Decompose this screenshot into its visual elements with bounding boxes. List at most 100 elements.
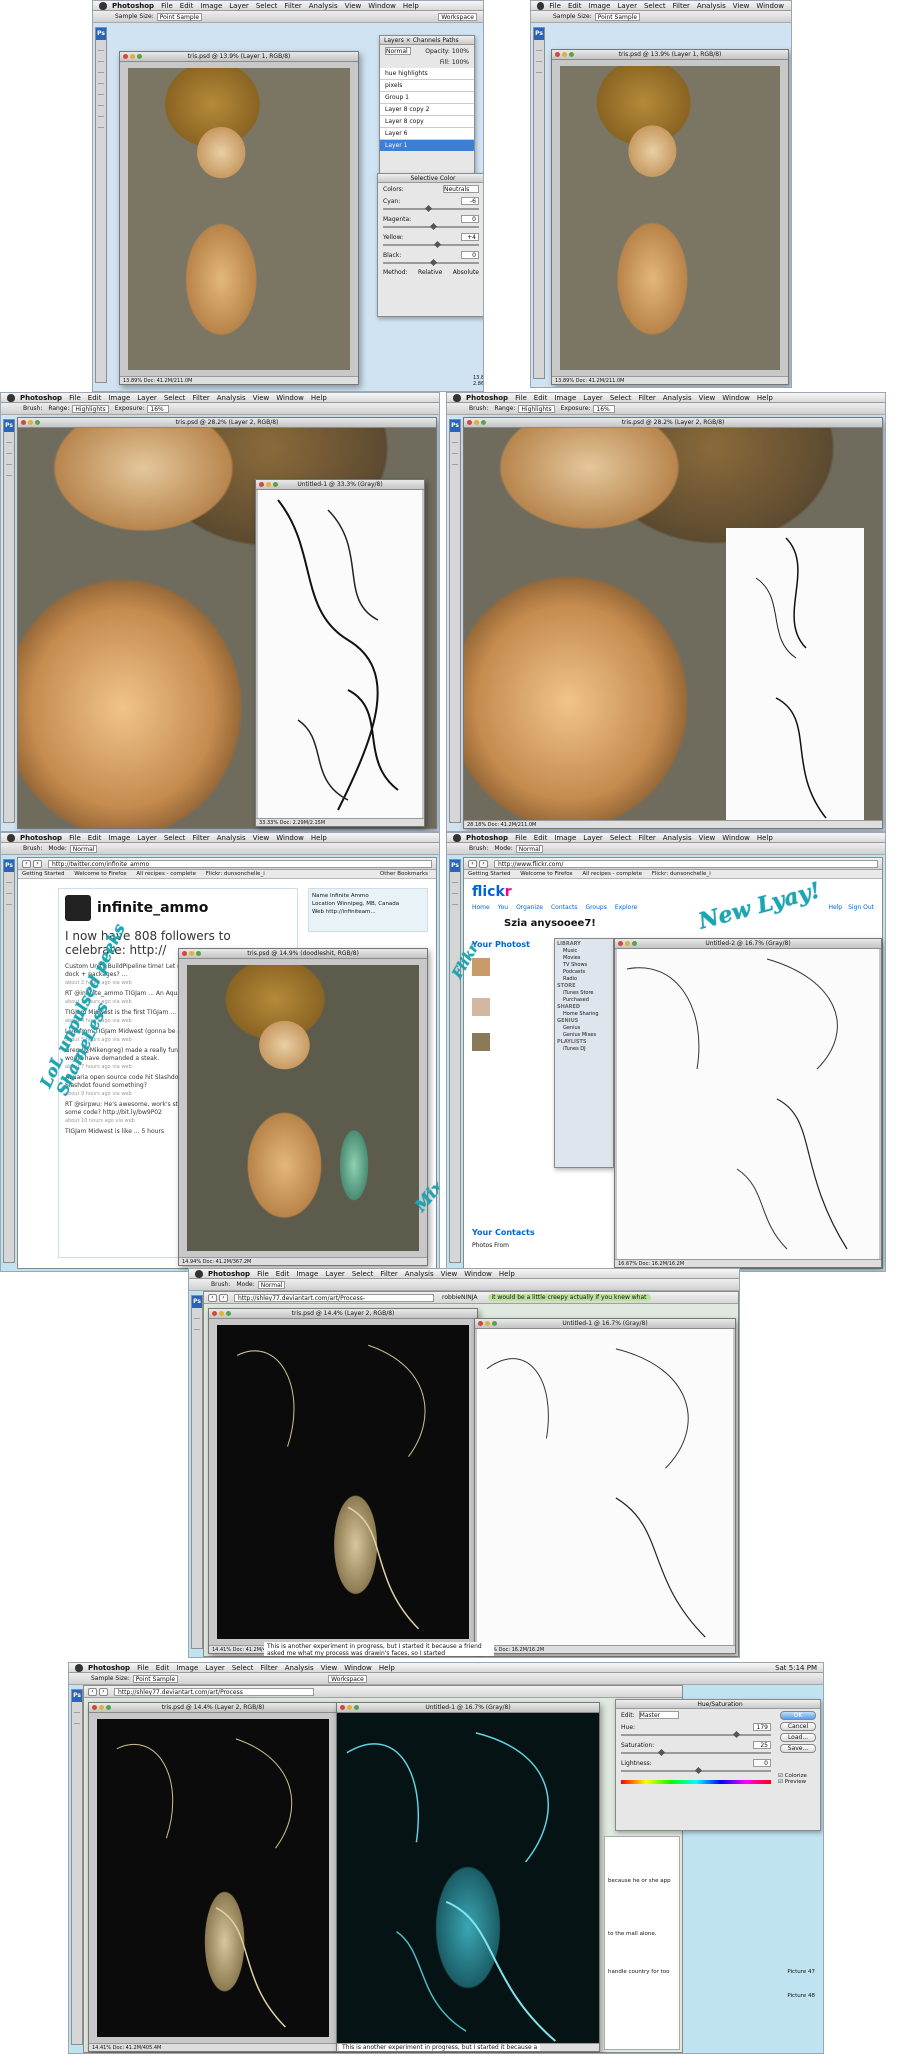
itunes-source-item[interactable]: Genius bbox=[557, 1025, 611, 1032]
close-icon[interactable] bbox=[618, 941, 623, 946]
menu-filter[interactable]: Filter bbox=[380, 1270, 397, 1278]
flickr-contacts[interactable]: Your Contacts bbox=[472, 1228, 535, 1237]
address-bar[interactable]: http://twitter.com/infinite_ammo bbox=[48, 859, 432, 868]
document-titlebar[interactable]: tris.psd @ 14.9% (doodleshit, RGB/8) bbox=[179, 949, 427, 959]
minimize-icon[interactable] bbox=[219, 1311, 224, 1316]
document-titlebar[interactable]: tris.psd @ 14.4% (Layer 2, RGB/8) bbox=[209, 1309, 477, 1319]
bookmark-welcome-firefox[interactable]: Welcome to Firefox bbox=[520, 871, 572, 877]
zoom-icon[interactable] bbox=[632, 941, 637, 946]
menu-app-name[interactable]: Photoshop bbox=[466, 834, 508, 842]
itunes-source-item[interactable]: Genius Mixes bbox=[557, 1032, 611, 1039]
cancel-button[interactable]: Cancel bbox=[780, 1722, 816, 1731]
menu-image[interactable]: Image bbox=[108, 834, 130, 842]
document-window[interactable]: tris.psd @ 28.2% (Layer 2, RGB/8) 28.18%… bbox=[463, 417, 883, 829]
selective-color-field[interactable]: -6 bbox=[461, 197, 479, 205]
chat-user[interactable]: robbieNINJA bbox=[442, 1294, 478, 1301]
preview-checkbox[interactable]: ☑ Preview bbox=[778, 1779, 818, 1785]
menu-window[interactable]: Window bbox=[344, 1664, 372, 1672]
bookmark-flickr[interactable]: Flickr: dunsonchelle_i bbox=[206, 871, 265, 877]
apple-icon[interactable] bbox=[195, 1269, 203, 1278]
close-icon[interactable] bbox=[21, 420, 26, 425]
close-icon[interactable] bbox=[92, 1705, 97, 1710]
back-icon[interactable]: ‹ bbox=[88, 1687, 97, 1696]
dark-document-window[interactable]: tris.psd @ 14.4% (Layer 2, RGB/8) 14.41%… bbox=[88, 1702, 338, 2052]
mode-select[interactable]: Normal bbox=[69, 844, 98, 853]
menu-select[interactable]: Select bbox=[644, 2, 666, 10]
menu-app-name[interactable]: Photoshop bbox=[20, 834, 62, 842]
minimize-icon[interactable] bbox=[266, 482, 271, 487]
save-button[interactable]: Save... bbox=[780, 1744, 816, 1753]
apple-icon[interactable] bbox=[75, 1663, 83, 1672]
zoom-icon[interactable] bbox=[196, 951, 201, 956]
text-tool-icon[interactable] bbox=[98, 119, 104, 128]
eraser-tool-icon[interactable] bbox=[6, 456, 12, 465]
bookmark-getting-started[interactable]: Getting Started bbox=[468, 871, 511, 877]
fill-field[interactable]: Fill: 100% bbox=[440, 59, 469, 66]
menu-file[interactable]: File bbox=[137, 1664, 149, 1672]
sketch-titlebar[interactable]: Untitled-1 @ 33.3% (Gray/8) bbox=[256, 480, 424, 490]
dodge-tool-icon[interactable] bbox=[6, 467, 12, 476]
close-icon[interactable] bbox=[123, 54, 128, 59]
bookmark-other[interactable]: Other Bookmarks bbox=[380, 870, 428, 878]
menu-file[interactable]: File bbox=[515, 834, 527, 842]
document-titlebar[interactable]: tris.psd @ 13.9% (Layer 1, RGB/8) bbox=[552, 50, 788, 60]
brush-tool-icon[interactable] bbox=[98, 75, 104, 84]
menu-edit[interactable]: Edit bbox=[276, 1270, 290, 1278]
sample-size-select[interactable]: Point Sample bbox=[132, 1674, 179, 1683]
menu-view[interactable]: View bbox=[699, 394, 716, 402]
mode-select[interactable]: Normal bbox=[257, 1280, 286, 1289]
sample-size-select[interactable]: Point Sample bbox=[156, 12, 203, 21]
lightness-slider[interactable] bbox=[621, 1766, 771, 1775]
menu-help[interactable]: Help bbox=[499, 1270, 515, 1278]
selective-color-slider[interactable] bbox=[383, 204, 479, 213]
menu-layer[interactable]: Layer bbox=[325, 1270, 345, 1278]
menu-edit[interactable]: Edit bbox=[88, 834, 102, 842]
flickr-thumb[interactable] bbox=[472, 998, 490, 1016]
hue-field[interactable]: 179 bbox=[753, 1723, 771, 1731]
menu-edit[interactable]: Edit bbox=[180, 2, 194, 10]
sketch-window[interactable]: Untitled-1 @ 16.7% (Gray/8) 16.67% Doc: … bbox=[474, 1318, 736, 1654]
layer-row[interactable]: Group 1 bbox=[380, 92, 474, 104]
close-icon[interactable] bbox=[555, 52, 560, 57]
close-icon[interactable] bbox=[212, 1311, 217, 1316]
document-titlebar[interactable]: tris.psd @ 28.2% (Layer 2, RGB/8) bbox=[464, 418, 882, 428]
twitter-username[interactable]: infinite_ammo bbox=[97, 900, 208, 916]
menu-image[interactable]: Image bbox=[554, 834, 576, 842]
menu-analysis[interactable]: Analysis bbox=[663, 834, 692, 842]
colorized-teal-artwork[interactable] bbox=[337, 1713, 599, 2043]
menu-view[interactable]: View bbox=[321, 1664, 338, 1672]
menu-analysis[interactable]: Analysis bbox=[285, 1664, 314, 1672]
selective-color-slider[interactable] bbox=[383, 240, 479, 249]
menu-app-name[interactable]: Photoshop bbox=[112, 2, 154, 10]
zoom-icon[interactable] bbox=[492, 1321, 497, 1326]
back-icon[interactable]: ‹ bbox=[468, 859, 477, 868]
close-icon[interactable] bbox=[340, 1705, 345, 1710]
selective-color-field[interactable]: +4 bbox=[461, 233, 479, 241]
menu-window[interactable]: Window bbox=[722, 394, 750, 402]
menu-view[interactable]: View bbox=[699, 834, 716, 842]
selective-color-slider[interactable] bbox=[383, 222, 479, 231]
menu-image[interactable]: Image bbox=[108, 394, 130, 402]
close-icon[interactable] bbox=[467, 420, 472, 425]
back-icon[interactable]: ‹ bbox=[22, 859, 31, 868]
brush-tool-icon[interactable] bbox=[74, 1715, 80, 1724]
menu-image[interactable]: Image bbox=[554, 394, 576, 402]
menu-app-name[interactable]: Photoshop bbox=[466, 394, 508, 402]
minimize-icon[interactable] bbox=[474, 420, 479, 425]
move-tool-icon[interactable] bbox=[6, 874, 12, 883]
menu-app-name[interactable]: Photoshop bbox=[20, 394, 62, 402]
menu-app-name[interactable]: Photoshop bbox=[208, 1270, 250, 1278]
move-tool-icon[interactable] bbox=[194, 1310, 200, 1319]
layer-row[interactable]: pixels bbox=[380, 80, 474, 92]
line-sketch-artwork[interactable] bbox=[477, 1329, 733, 1645]
menu-select[interactable]: Select bbox=[256, 2, 278, 10]
forward-icon[interactable]: › bbox=[219, 1293, 228, 1302]
menu-analysis[interactable]: Analysis bbox=[697, 2, 726, 10]
brush-tool-icon[interactable] bbox=[452, 445, 458, 454]
eraser-tool-icon[interactable] bbox=[98, 86, 104, 95]
document-window[interactable]: tris.psd @ 14.9% (doodleshit, RGB/8) 14.… bbox=[178, 948, 428, 1266]
forward-icon[interactable]: › bbox=[479, 859, 488, 868]
profile-web[interactable]: Web http://infiniteam... bbox=[312, 908, 424, 916]
menu-select[interactable]: Select bbox=[164, 834, 186, 842]
menu-window[interactable]: Window bbox=[276, 394, 304, 402]
